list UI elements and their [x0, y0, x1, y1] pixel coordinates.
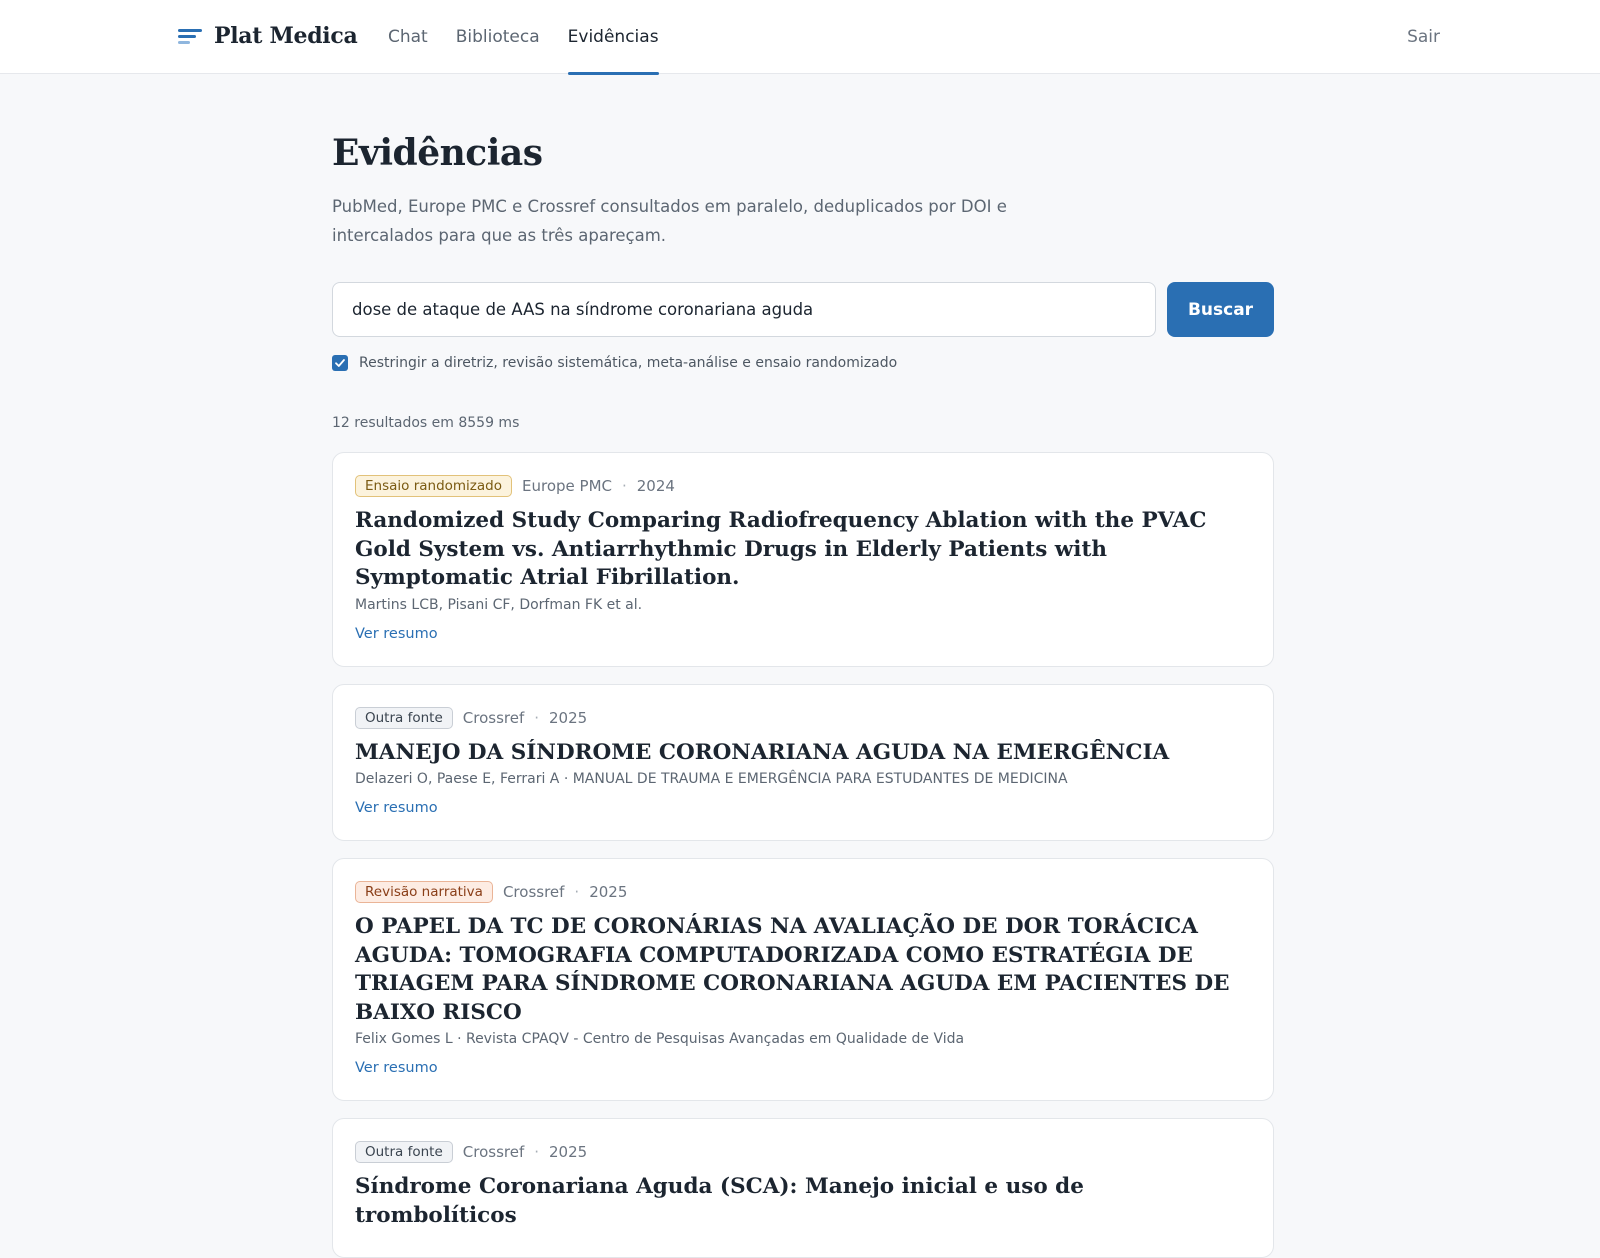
study-type-badge: Outra fonte [355, 1141, 453, 1163]
result-card: Revisão narrativa Crossref · 2025 O PAPE… [332, 858, 1274, 1101]
study-type-badge: Ensaio randomizado [355, 475, 512, 497]
result-meta: Ensaio randomizado Europe PMC · 2024 [355, 475, 1251, 497]
filter-row: Restringir a diretriz, revisão sistemáti… [332, 355, 1274, 371]
result-meta: Revisão narrativa Crossref · 2025 [355, 881, 1251, 903]
result-meta: Outra fonte Crossref · 2025 [355, 1141, 1251, 1163]
page-subtitle: PubMed, Europe PMC e Crossref consultado… [332, 197, 1007, 245]
result-year: 2025 [589, 883, 628, 901]
search-row: Buscar [332, 282, 1274, 337]
tab-evidencias[interactable]: Evidências [554, 0, 673, 75]
tab-chat[interactable]: Chat [374, 0, 442, 74]
main-content: Evidências PubMed, Europe PMC e Crossref… [332, 74, 1274, 1258]
result-source: Crossref [462, 1143, 525, 1161]
view-abstract-link[interactable]: Ver resumo [355, 1060, 438, 1076]
result-title[interactable]: MANEJO DA SÍNDROME CORONARIANA AGUDA NA … [355, 739, 1251, 768]
view-abstract-link[interactable]: Ver resumo [355, 800, 438, 816]
result-source: Europe PMC [522, 477, 612, 495]
meta-separator: · [574, 883, 580, 901]
meta-separator: · [621, 477, 627, 495]
tab-biblioteca[interactable]: Biblioteca [442, 0, 554, 74]
brand-name: Plat Medica [214, 23, 358, 49]
menu-lines-icon [178, 26, 202, 46]
meta-separator: · [534, 1143, 540, 1161]
result-title[interactable]: Síndrome Coronariana Aguda (SCA): Manejo… [355, 1173, 1251, 1230]
study-type-badge: Revisão narrativa [355, 881, 493, 903]
restrict-filter-checkbox[interactable] [332, 355, 348, 371]
result-authors: Felix Gomes L · Revista CPAQV - Centro d… [355, 1031, 965, 1047]
result-title[interactable]: O PAPEL DA TC DE CORONÁRIAS NA AVALIAÇÃO… [355, 913, 1251, 1027]
study-type-badge: Outra fonte [355, 706, 453, 729]
meta-separator: · [534, 708, 540, 727]
top-navigation-bar: Plat Medica Chat Biblioteca Evidências S… [0, 0, 1600, 75]
check-icon [335, 359, 345, 367]
result-source: Crossref [502, 883, 565, 901]
result-summary: 12 resultados em 8559 ms [332, 415, 520, 431]
restrict-filter-label[interactable]: Restringir a diretriz, revisão sistemáti… [359, 355, 897, 371]
result-year: 2024 [636, 477, 675, 495]
brand-logo[interactable]: Plat Medica [178, 18, 358, 54]
result-year: 2025 [549, 1143, 588, 1161]
result-authors: Delazeri O, Paese E, Ferrari A · MANUAL … [355, 771, 1068, 787]
page-title: Evidências [332, 132, 543, 174]
result-source: Crossref [462, 708, 525, 727]
main-nav: Chat Biblioteca Evidências [374, 0, 673, 75]
result-card: Ensaio randomizado Europe PMC · 2024 Ran… [332, 452, 1274, 667]
search-input[interactable] [332, 282, 1156, 337]
result-meta: Outra fonte Crossref · 2025 [355, 706, 1251, 729]
result-year: 2025 [549, 708, 588, 727]
result-card: Outra fonte Crossref · 2025 Síndrome Cor… [332, 1118, 1274, 1258]
view-abstract-link[interactable]: Ver resumo [355, 626, 438, 642]
search-button[interactable]: Buscar [1167, 282, 1274, 337]
result-card: Outra fonte Crossref · 2025 MANEJO DA SÍ… [332, 683, 1274, 841]
result-title[interactable]: Randomized Study Comparing Radiofrequenc… [355, 507, 1251, 593]
result-authors: Martins LCB, Pisani CF, Dorfman FK et al… [355, 596, 643, 613]
logout-link[interactable]: Sair [1407, 0, 1440, 74]
